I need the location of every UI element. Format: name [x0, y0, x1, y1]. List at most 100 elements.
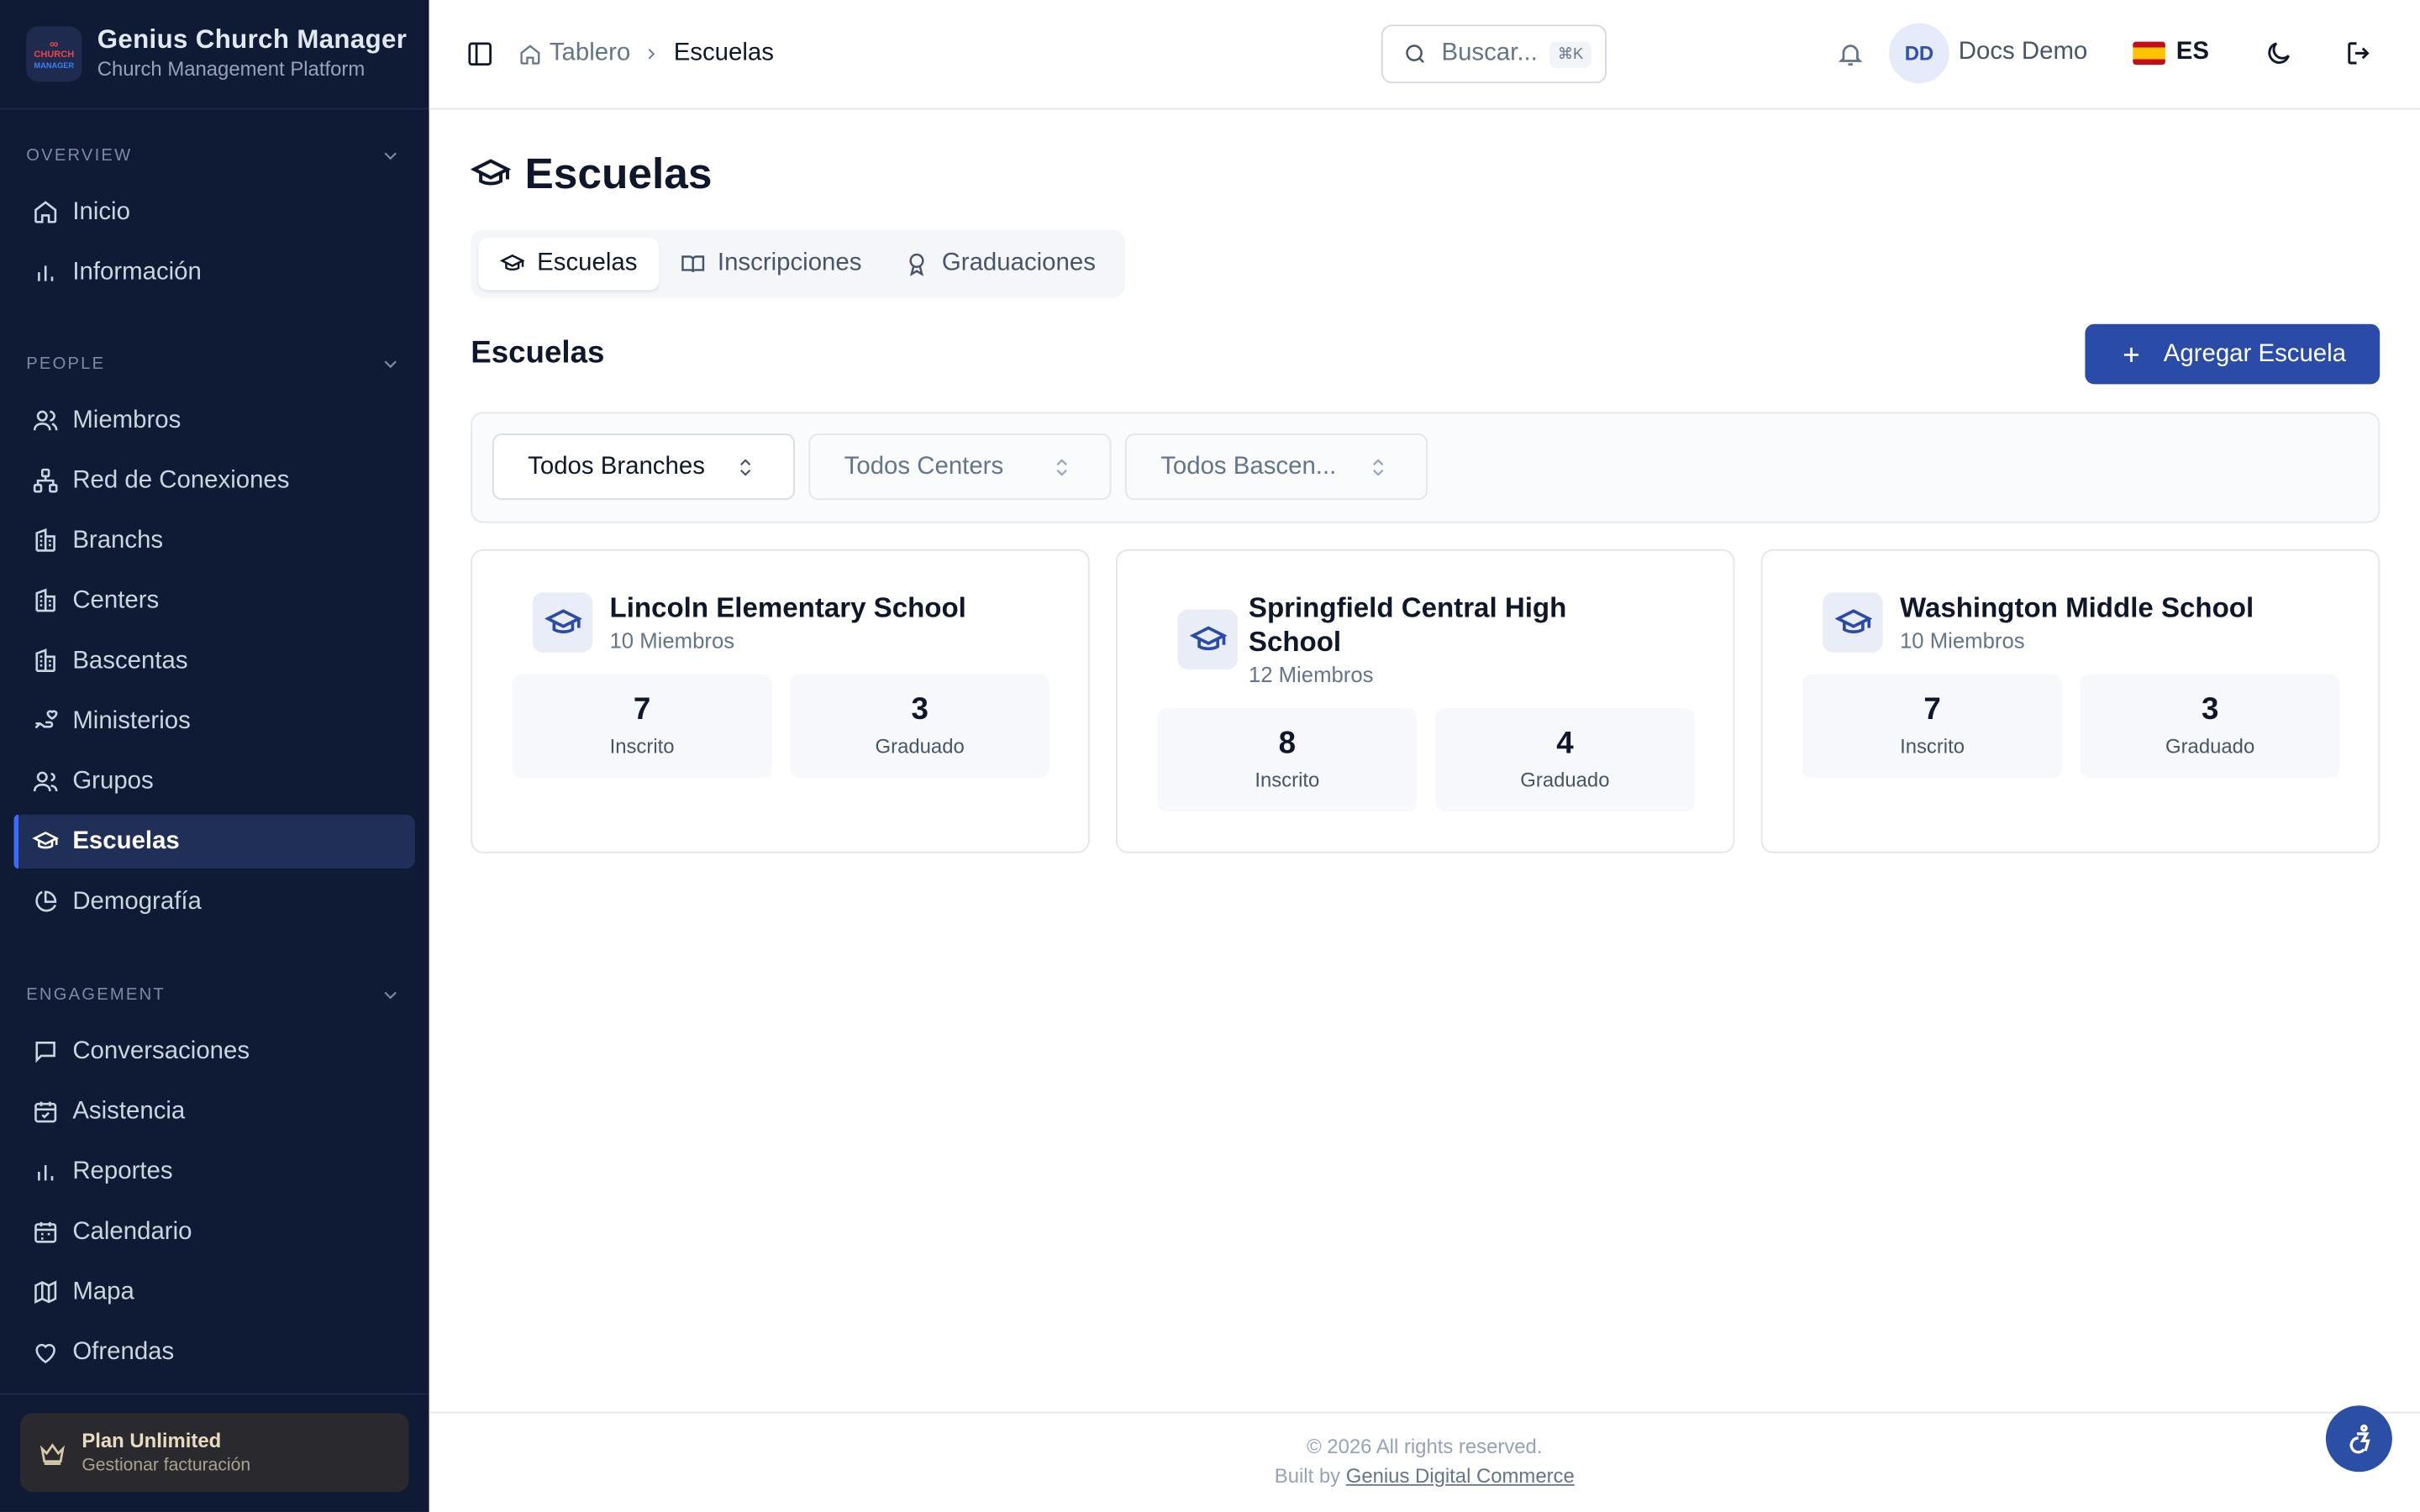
sidebar-item-reportes[interactable]: Reportes	[14, 1145, 416, 1199]
home-icon	[34, 201, 57, 223]
graduated-count: 4	[1556, 727, 1574, 761]
built-by-link[interactable]: Genius Digital Commerce	[1346, 1464, 1575, 1488]
sidebar-section-people: PEOPLE Miembros Red de Conexiones Branch…	[0, 349, 429, 929]
school-name: Lincoln Elementary School	[609, 592, 966, 624]
accessibility-button[interactable]	[2325, 1405, 2392, 1473]
graduated-stat: 3 Graduado	[790, 674, 1050, 778]
sidebar-toggle-icon[interactable]	[466, 40, 494, 68]
section-title: Escuelas	[471, 336, 605, 370]
bar-chart-icon	[38, 265, 54, 281]
graduated-label: Graduado	[875, 734, 965, 758]
school-card[interactable]: Lincoln Elementary School 10 Miembros 7 …	[471, 549, 1090, 853]
search-input[interactable]: Buscar... ⌘K	[1381, 24, 1607, 84]
bell-icon[interactable]	[1837, 40, 1865, 68]
breadcrumb: Tablero Escuelas	[518, 37, 774, 71]
sidebar-item-grupos[interactable]: Grupos	[14, 754, 416, 808]
brand-title: Genius Church Manager	[97, 24, 408, 55]
chevron-right-icon	[649, 49, 656, 60]
users-icon	[33, 410, 58, 431]
brand-logo: ∞ CHURCH MANAGER	[26, 26, 82, 82]
school-card[interactable]: Springfield Central High School 12 Miemb…	[1115, 549, 1735, 853]
enrolled-stat: 8 Inscrito	[1157, 708, 1418, 812]
graduation-cap-icon	[1833, 608, 1871, 633]
book-open-icon	[681, 255, 705, 273]
section-header-overview[interactable]: OVERVIEW	[0, 140, 429, 171]
center-filter-select[interactable]: Todos Centers	[808, 433, 1112, 501]
plan-card[interactable]: Plan Unlimited Gestionar facturación	[19, 1413, 409, 1493]
enrolled-stat: 7 Inscrito	[1802, 674, 2062, 778]
tab-list: Escuelas Inscripciones Graduaciones	[471, 229, 1125, 298]
search-shortcut: ⌘K	[1549, 40, 1591, 67]
brand-subtitle: Church Management Platform	[97, 56, 366, 81]
chevrons-up-down-icon	[740, 459, 751, 476]
avatar[interactable]: DD	[1889, 23, 1949, 84]
user-name[interactable]: Docs Demo	[1959, 39, 2088, 66]
enrolled-label: Inscrito	[1255, 768, 1320, 792]
sidebar-item-calendario[interactable]: Calendario	[14, 1205, 416, 1258]
school-members: 10 Miembros	[1899, 627, 2025, 653]
sidebar-item-centers[interactable]: Centers	[14, 574, 416, 627]
sidebar-item-informacion[interactable]: Información	[14, 245, 416, 299]
graduation-cap-icon	[32, 832, 59, 849]
footer: © 2026 All rights reserved. Built by Gen…	[429, 1411, 2420, 1512]
graduated-stat: 3 Graduado	[2080, 674, 2340, 778]
school-card[interactable]: Washington Middle School 10 Miembros 7 I…	[1760, 549, 2381, 853]
tab-graduaciones[interactable]: Graduaciones	[883, 238, 1117, 290]
calendar-check-icon	[34, 1101, 57, 1123]
section-header-people[interactable]: PEOPLE	[0, 349, 429, 380]
brand[interactable]: ∞ CHURCH MANAGER Genius Church Manager C…	[0, 0, 429, 110]
graduation-cap-icon	[471, 159, 511, 186]
school-icon-box	[1177, 609, 1239, 670]
enrolled-count: 8	[1278, 727, 1297, 761]
sidebar-item-asistencia[interactable]: Asistencia	[14, 1084, 416, 1138]
copyright-text: © 2026 All rights reserved.	[1307, 1435, 1543, 1458]
top-header: Tablero Escuelas Buscar... ⌘K DD Docs De…	[429, 0, 2420, 110]
building-icon	[35, 528, 55, 552]
school-icon-box	[532, 592, 593, 653]
built-by-text: Built by Genius Digital Commerce	[1274, 1464, 1575, 1488]
language-selector[interactable]: ES	[2133, 39, 2209, 66]
page-title: Escuelas	[471, 150, 712, 199]
bar-chart-icon	[38, 1165, 54, 1181]
school-icon-box	[1823, 592, 1883, 653]
sidebar-item-conversaciones[interactable]: Conversaciones	[14, 1025, 416, 1079]
branch-filter-select[interactable]: Todos Branches	[492, 433, 795, 501]
plus-icon	[2123, 346, 2139, 362]
sidebar-section-overview: OVERVIEW Inicio Información	[0, 140, 429, 299]
filter-bar: Todos Branches Todos Centers Todos Basce…	[471, 412, 2381, 523]
school-members: 10 Miembros	[609, 627, 735, 653]
logout-icon[interactable]	[2344, 39, 2374, 68]
chevron-down-icon	[384, 991, 397, 1000]
calendar-icon	[34, 1221, 57, 1243]
chevrons-up-down-icon	[1056, 459, 1067, 476]
graduated-stat: 4 Graduado	[1435, 708, 1695, 812]
sidebar-item-branchs[interactable]: Branchs	[14, 514, 416, 568]
tab-escuelas[interactable]: Escuelas	[478, 237, 660, 291]
add-school-button[interactable]: Agregar Escuela	[2085, 323, 2381, 385]
search-placeholder: Buscar...	[1441, 39, 1538, 66]
pie-chart-icon	[35, 890, 57, 912]
sidebar-item-mapa[interactable]: Mapa	[14, 1265, 416, 1319]
tab-inscripciones[interactable]: Inscripciones	[659, 238, 883, 290]
enrolled-label: Inscrito	[609, 734, 675, 758]
hand-heart-icon	[34, 710, 58, 729]
sidebar-item-ofrendas[interactable]: Ofrendas	[14, 1326, 416, 1379]
enrolled-count: 7	[633, 692, 651, 727]
sidebar-item-demografia[interactable]: Demografía	[14, 874, 416, 928]
sidebar-item-miembros[interactable]: Miembros	[14, 393, 416, 447]
sidebar-item-bascentas[interactable]: Bascentas	[14, 634, 416, 688]
building-icon	[35, 588, 55, 612]
moon-icon[interactable]	[2264, 39, 2293, 68]
sidebar-item-escuelas[interactable]: Escuelas	[13, 814, 416, 869]
school-members: 12 Miembros	[1248, 661, 1374, 687]
main-content: Escuelas Escuelas Inscripciones Graduaci…	[429, 109, 2420, 1411]
sidebar-item-ministerios[interactable]: Ministerios	[14, 695, 416, 748]
sidebar-item-inicio[interactable]: Inicio	[14, 185, 416, 239]
sidebar-item-red-de-conexiones[interactable]: Red de Conexiones	[14, 454, 416, 507]
plan-title: Plan Unlimited	[82, 1427, 222, 1452]
graduated-count: 3	[911, 692, 929, 727]
enrolled-label: Inscrito	[1900, 734, 1965, 758]
section-header-engagement[interactable]: ENGAGEMENT	[0, 979, 429, 1011]
bascenta-filter-select[interactable]: Todos Bascen...	[1124, 433, 1428, 501]
breadcrumb-home[interactable]: Tablero	[518, 40, 630, 68]
